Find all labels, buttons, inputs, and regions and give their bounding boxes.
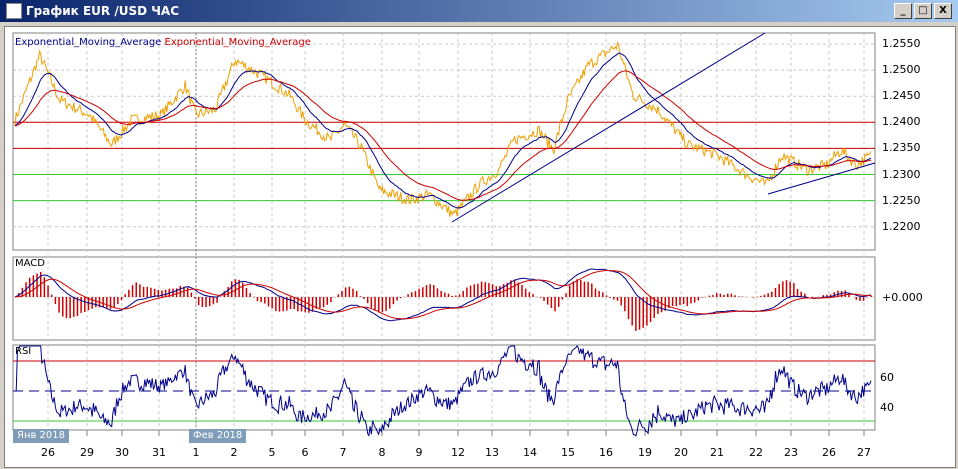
date-label: 26	[41, 446, 55, 459]
date-label: 1	[192, 446, 200, 459]
chart-svg[interactable]	[0, 0, 958, 469]
rsi-tick-40: 40	[880, 401, 894, 414]
date-label: 26	[822, 446, 836, 459]
month-label-jan: Янв 2018	[13, 429, 70, 443]
price-tick-label: 1.2250	[882, 193, 921, 207]
date-label: 20	[674, 446, 688, 459]
price-tick-label: 1.2450	[882, 89, 921, 103]
date-label: 30	[115, 446, 129, 459]
date-label: 5	[268, 446, 276, 459]
price-tick-label: 1.2350	[882, 141, 921, 155]
price-tick-label: 1.2400	[882, 115, 921, 129]
panel-frame-0	[12, 32, 876, 251]
date-label: 23	[784, 446, 798, 459]
date-label: 6	[301, 446, 309, 459]
date-label: 9	[415, 446, 423, 459]
price-tick-label: 1.2550	[882, 37, 921, 50]
price-tick-label: 1.2500	[882, 63, 921, 77]
price-tick-label: 1.2200	[882, 219, 921, 233]
date-label: 12	[451, 446, 465, 459]
panel-frame-2	[12, 344, 876, 431]
date-label: 7	[339, 446, 347, 459]
macd-label: MACD	[15, 258, 45, 269]
date-label: 27	[857, 446, 871, 459]
date-label: 22	[749, 446, 763, 459]
rsi-label: RSI	[15, 346, 32, 357]
date-label: 19	[638, 446, 652, 459]
date-label: 16	[599, 446, 613, 459]
date-label: 14	[523, 446, 537, 459]
date-label: 8	[378, 446, 386, 459]
date-label: 29	[80, 446, 94, 459]
date-label: 15	[561, 446, 575, 459]
date-label: 31	[152, 446, 166, 459]
date-label: 21	[710, 446, 724, 459]
date-label: 2	[230, 446, 238, 459]
rsi-tick-60: 60	[880, 371, 894, 384]
macd-zero-label: +0.000	[882, 291, 923, 304]
indicator-legend: Exponential_Moving_Average Exponential_M…	[15, 37, 311, 48]
price-tick-label: 1.2300	[882, 167, 921, 181]
date-label: 13	[485, 446, 499, 459]
legend-ema-slow: Exponential_Moving_Average	[164, 37, 311, 48]
panel-frame-1	[12, 256, 876, 341]
month-label-feb: Фев 2018	[189, 429, 247, 443]
legend-ema-fast: Exponential_Moving_Average	[15, 37, 162, 48]
